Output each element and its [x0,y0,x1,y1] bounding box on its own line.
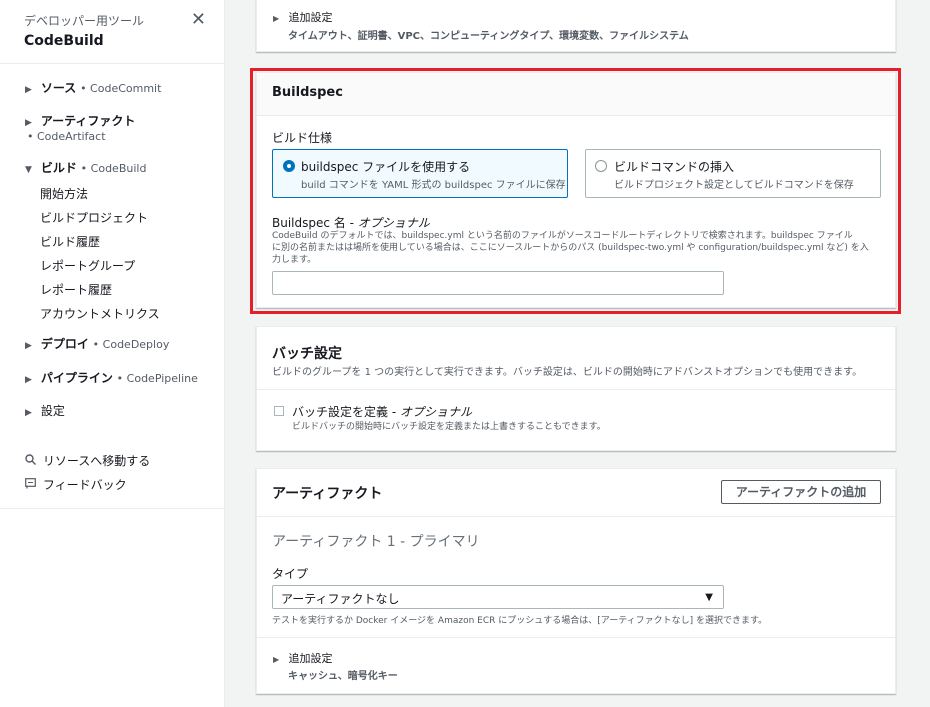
artifacts-divider [257,516,895,517]
batch-define-checkbox[interactable] [274,406,284,416]
batch-config-desc: ビルドのグループを 1 つの実行として実行できます。バッチ設定は、ビルドの開始時… [272,367,863,378]
caret-down-icon: ▼ [705,592,713,603]
caret-right-icon: ▶ [25,118,32,128]
artifact-type-desc: テストを実行するか Docker イメージを Amazon ECR にプッシュす… [272,616,768,626]
caret-right-icon: ▶ [273,14,280,23]
highlight-box [250,68,901,314]
artifact-type-label: タイプ [272,567,309,581]
batch-define-desc: ビルドバッチの開始時にバッチ設定を定義または上書きすることもできます。 [292,422,606,432]
sidebar-item-report-history[interactable]: レポート履歴 [40,281,112,298]
caret-right-icon: ▶ [25,341,32,351]
sidebar-section-build[interactable]: ▼ ビルド • CodeBuild [25,159,146,176]
search-icon [25,454,39,468]
caret-right-icon: ▶ [25,85,32,95]
environment-panel: ▶ 追加設定 タイムアウト、証明書、VPC、コンピューティングタイプ、環境変数、… [256,0,896,52]
sidebar-section-settings[interactable]: ▶ 設定 [25,402,65,419]
sidebar-title[interactable]: CodeBuild [24,33,200,49]
artifact-type-select[interactable]: アーティファクトなし ▼ [272,585,724,609]
sidebar-item-account-metrics[interactable]: アカウントメトリクス [40,305,160,322]
batch-define-label: バッチ設定を定義 - オプショナル [292,405,472,419]
main-content: ▶ 追加設定 タイムアウト、証明書、VPC、コンピューティングタイプ、環境変数、… [226,0,930,707]
batch-config-title: バッチ設定 [272,346,342,362]
sidebar-section-artifacts[interactable]: ▶ アーティファクト [25,112,135,129]
environment-additional-settings-toggle[interactable]: ▶ 追加設定 [273,9,333,25]
primary-artifact-title: アーティファクト 1 - プライマリ [272,534,480,550]
sidebar-subtitle: デベロッパー用ツール [24,14,145,28]
add-artifact-button[interactable]: アーティファクトの追加 [721,480,881,504]
feedback-link[interactable]: フィードバック [25,476,127,493]
caret-right-icon: ▶ [25,408,32,418]
sidebar-section-artifacts-service: • CodeArtifact [27,130,106,143]
artifacts-panel: アーティファクト アーティファクトの追加 アーティファクト 1 - プライマリ … [256,468,896,694]
side-navigation: デベロッパー用ツール CodeBuild ✕ ▶ ソース • CodeCommi… [0,0,225,707]
sidebar-item-build-projects[interactable]: ビルドプロジェクト [40,209,148,226]
goto-resource-link[interactable]: リソースへ移動する [25,452,150,469]
caret-right-icon: ▶ [25,375,32,385]
batch-config-panel: バッチ設定 ビルドのグループを 1 つの実行として実行できます。バッチ設定は、ビ… [256,326,896,451]
sidebar-item-report-groups[interactable]: レポートグループ [40,257,135,274]
artifacts-title: アーティファクト [272,486,383,502]
sidebar-section-pipeline[interactable]: ▶ パイプライン • CodePipeline [25,369,198,386]
sidebar-item-build-history[interactable]: ビルド履歴 [40,233,100,250]
caret-down-icon: ▼ [25,165,32,175]
caret-right-icon: ▶ [273,655,280,664]
artifacts-settings-divider [257,637,895,638]
sidebar-divider [0,508,225,509]
batch-divider [257,389,895,390]
environment-additional-settings-desc: タイムアウト、証明書、VPC、コンピューティングタイプ、環境変数、ファイルシステ… [288,31,689,42]
artifacts-additional-settings-desc: キャッシュ、暗号化キー [288,671,398,682]
sidebar-section-deploy[interactable]: ▶ デプロイ • CodeDeploy [25,335,169,352]
sidebar-section-source[interactable]: ▶ ソース • CodeCommit [25,79,161,96]
close-icon[interactable]: ✕ [191,9,206,30]
sidebar-item-getting-started[interactable]: 開始方法 [40,185,88,202]
sidebar-header: デベロッパー用ツール CodeBuild ✕ [0,0,224,64]
feedback-icon [25,478,39,492]
artifact-type-value: アーティファクトなし [281,592,400,606]
artifacts-additional-settings-toggle[interactable]: ▶ 追加設定 [273,650,333,666]
